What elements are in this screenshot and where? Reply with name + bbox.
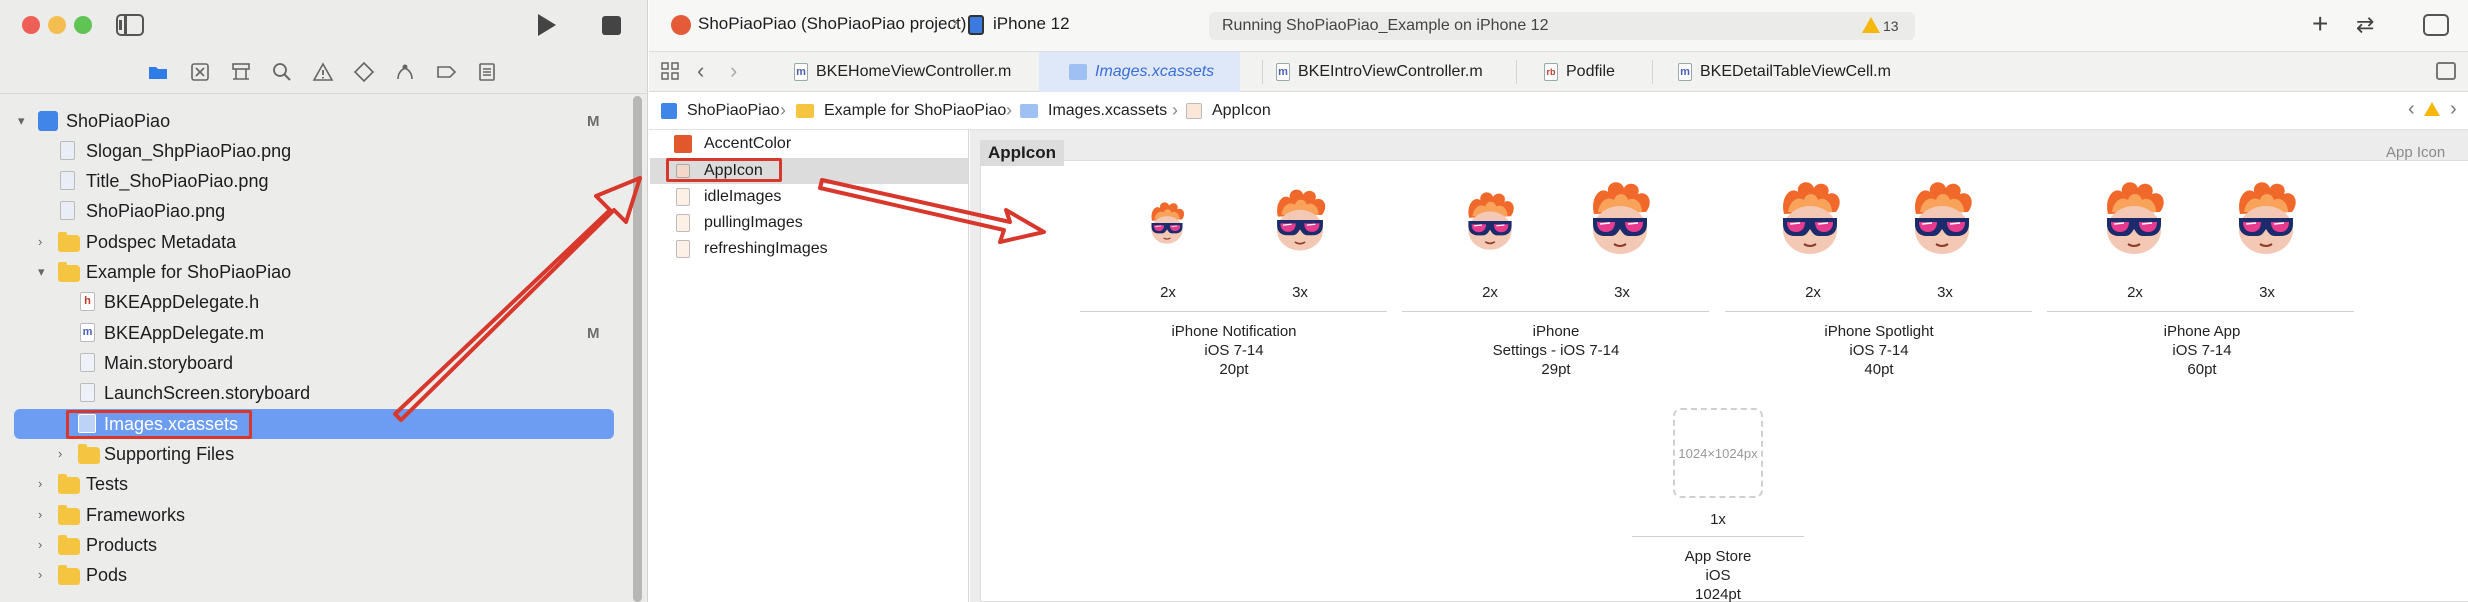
arrow-to-icon-canvas xyxy=(818,178,1046,244)
arrow-to-appicon-row xyxy=(393,176,642,422)
annotation-arrows xyxy=(393,176,1046,422)
